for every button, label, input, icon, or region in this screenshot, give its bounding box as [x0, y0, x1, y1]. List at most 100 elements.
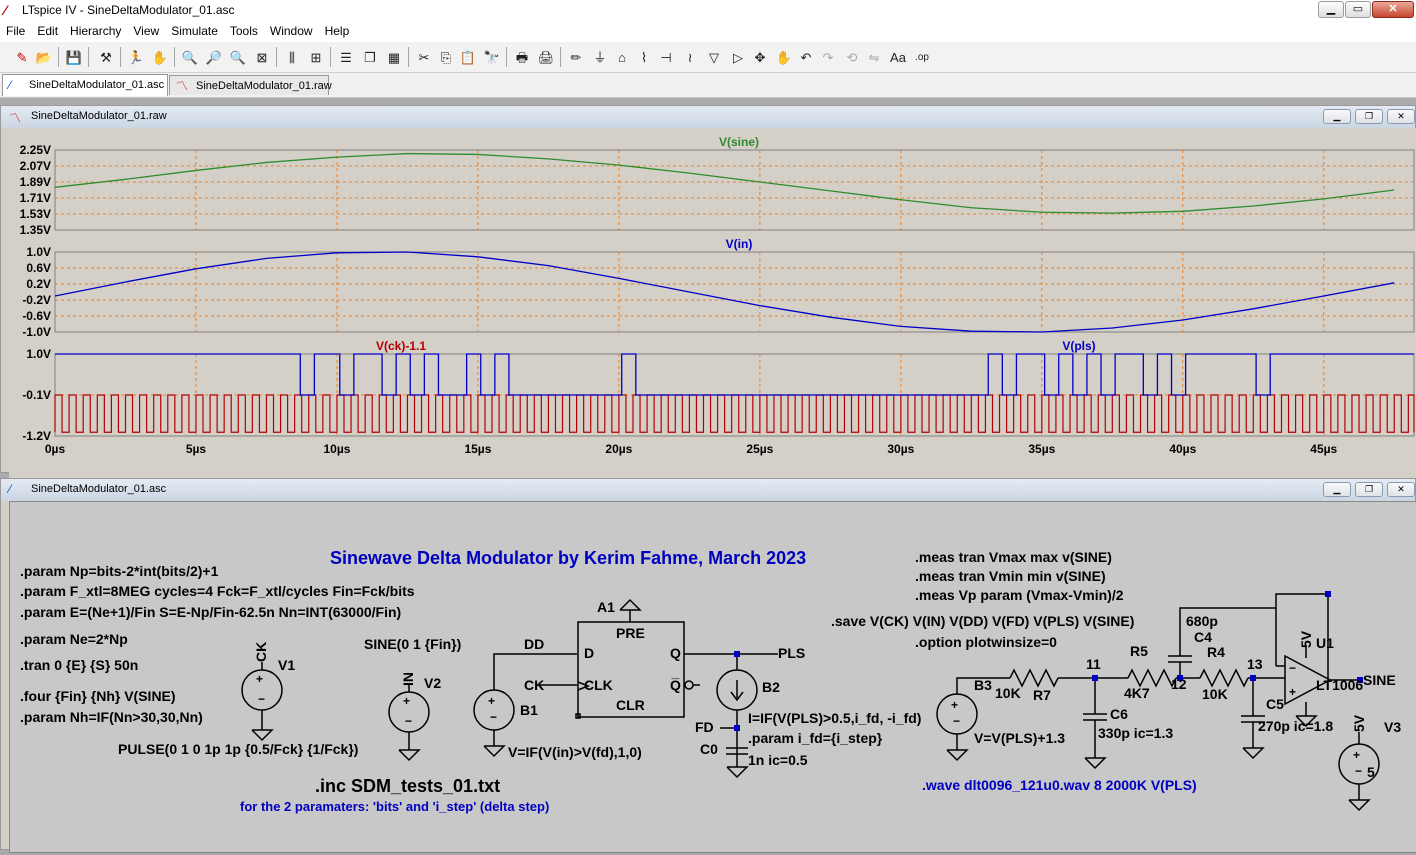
v3-supply-label[interactable]: 5V: [1351, 714, 1367, 732]
r7-value[interactable]: 10K: [995, 685, 1021, 701]
inc-note[interactable]: for the 2 paramaters: 'bits' and 'i_step…: [240, 799, 549, 814]
save-icon[interactable]: 💾: [64, 47, 84, 67]
meas-vp[interactable]: .meas Vp param (Vmax-Vmin)/2: [915, 587, 1124, 603]
pin-clr[interactable]: CLR: [616, 697, 645, 713]
waveform-minimize-button[interactable]: ▁: [1323, 109, 1351, 124]
sine-source-spec[interactable]: SINE(0 1 {Fin}): [364, 636, 461, 652]
diode-icon[interactable]: ▽: [704, 47, 724, 67]
net-label-ck[interactable]: CK: [253, 642, 269, 662]
zoom-fit-icon[interactable]: ⊠: [252, 47, 272, 67]
menu-hierarchy[interactable]: Hierarchy: [64, 22, 127, 42]
u1-part[interactable]: LT1006: [1316, 677, 1363, 693]
zoom-pan-icon[interactable]: 🔎: [204, 47, 224, 67]
halt-icon[interactable]: ✋: [150, 47, 170, 67]
label-net-icon[interactable]: ⌂: [612, 47, 632, 67]
net-label-ck2[interactable]: CK: [524, 677, 544, 693]
v2-label[interactable]: V2: [424, 675, 441, 691]
r5-value[interactable]: 4K7: [1124, 685, 1150, 701]
c6-label[interactable]: C6: [1110, 706, 1128, 722]
param-ifd[interactable]: .param i_fd={i_step}: [748, 730, 883, 746]
schematic-minimize-button[interactable]: ▁: [1323, 482, 1351, 497]
waveform-svg[interactable]: 2.25V 2.07V 1.89V 1.71V 1.53V 1.35V 1.0V 0.6V 0.…: [9, 128, 1416, 472]
directive-e[interactable]: .param E=(Ne+1)/Fin S=E-Np/Fin-62.5n Nn=…: [20, 604, 401, 620]
schematic-canvas[interactable]: Sinewave Delta Modulator by Kerim Fahme,…: [9, 501, 1416, 853]
u1-label[interactable]: U1: [1316, 635, 1334, 651]
pin-d[interactable]: D: [584, 645, 594, 661]
tab-schematic[interactable]: ⁄ SineDeltaModulator_01.asc: [2, 74, 168, 96]
schematic-restore-button[interactable]: ❐: [1355, 482, 1383, 497]
c5-value[interactable]: 270p ic=1.8: [1258, 718, 1333, 734]
b1-label[interactable]: B1: [520, 702, 538, 718]
directive-tran[interactable]: .tran 0 {E} {S} 50n: [20, 657, 138, 673]
copy-icon[interactable]: ⎘: [436, 47, 456, 67]
cut-icon[interactable]: ✂: [414, 47, 434, 67]
menu-help[interactable]: Help: [319, 22, 356, 42]
r5-label[interactable]: R5: [1130, 643, 1148, 659]
component-icon[interactable]: ▷: [728, 47, 748, 67]
print-setup-icon[interactable]: 🖶: [512, 47, 532, 67]
pin-pre[interactable]: PRE: [616, 625, 645, 641]
text-icon[interactable]: Aa: [888, 47, 908, 67]
b2-expression[interactable]: I=IF(V(PLS)>0.5,i_fd, -i_fd): [748, 710, 921, 726]
zoom-out-icon[interactable]: 🔍: [228, 47, 248, 67]
v3-label[interactable]: V3: [1384, 719, 1401, 735]
directive-nh[interactable]: .param Nh=IF(Nn>30,30,Nn): [20, 709, 203, 725]
print-icon[interactable]: 🖨: [536, 47, 556, 67]
undo-icon[interactable]: ↶: [796, 47, 816, 67]
net-label-in[interactable]: IN: [400, 672, 416, 686]
inductor-icon[interactable]: ≀: [680, 47, 700, 67]
autorange-icon[interactable]: ⫼: [282, 47, 302, 67]
menu-edit[interactable]: Edit: [31, 22, 64, 42]
pin-q[interactable]: Q: [670, 645, 681, 661]
net-label-13[interactable]: 13: [1247, 656, 1263, 672]
c0-label[interactable]: C0: [700, 741, 718, 757]
menu-window[interactable]: Window: [264, 22, 319, 42]
capacitor-icon[interactable]: ⊣: [656, 47, 676, 67]
a1-label[interactable]: A1: [597, 599, 615, 615]
new-schematic-icon[interactable]: ✎: [12, 47, 32, 67]
inc-directive[interactable]: .inc SDM_tests_01.txt: [315, 776, 500, 796]
r4-label[interactable]: R4: [1207, 644, 1225, 660]
schematic-title[interactable]: Sinewave Delta Modulator by Kerim Fahme,…: [330, 548, 806, 568]
rotate-icon[interactable]: ⟲: [842, 47, 862, 67]
net-label-dd[interactable]: DD: [524, 636, 544, 652]
c6-value[interactable]: 330p ic=1.3: [1098, 725, 1173, 741]
move-icon[interactable]: ✥: [750, 47, 770, 67]
find-icon[interactable]: 🔭: [482, 47, 502, 67]
paste-icon[interactable]: 📋: [458, 47, 478, 67]
c4-label[interactable]: C4: [1194, 629, 1212, 645]
directive-np[interactable]: .param Np=bits-2*int(bits/2)+1: [20, 563, 219, 579]
c4-value[interactable]: 680p: [1186, 613, 1218, 629]
schematic-svg[interactable]: Sinewave Delta Modulator by Kerim Fahme,…: [10, 502, 1416, 852]
v1-label[interactable]: V1: [278, 657, 295, 673]
tab-waveform[interactable]: 〽 SineDeltaModulator_01.raw: [169, 75, 332, 95]
net-label-11[interactable]: 11: [1086, 656, 1101, 672]
resistor-icon[interactable]: ⌇: [634, 47, 654, 67]
pin-qb[interactable]: Q̅: [670, 677, 681, 693]
option-directive[interactable]: .option plotwinsize=0: [915, 634, 1057, 650]
schematic-close-button[interactable]: ✕: [1387, 482, 1415, 497]
net-label-fd[interactable]: FD: [695, 719, 714, 735]
pin-clk[interactable]: CLK: [584, 677, 613, 693]
open-icon[interactable]: 📂: [34, 47, 54, 67]
pulse-spec[interactable]: PULSE(0 1 0 1p 1p {0.5/Fck} {1/Fck}): [118, 741, 358, 757]
u1-supply-label[interactable]: 5V: [1298, 630, 1314, 648]
r7-label[interactable]: R7: [1033, 687, 1051, 703]
menu-file[interactable]: File: [0, 22, 31, 42]
mirror-icon[interactable]: ⇋: [864, 47, 884, 67]
b3-expression[interactable]: V=V(PLS)+1.3: [974, 730, 1065, 746]
r4-value[interactable]: 10K: [1202, 686, 1228, 702]
net-label-pls[interactable]: PLS: [778, 645, 805, 661]
maximize-button[interactable]: ▭: [1345, 1, 1371, 18]
run-icon[interactable]: 🏃: [126, 47, 146, 67]
b3-label[interactable]: B3: [974, 677, 992, 693]
grid-icon[interactable]: ⊞: [306, 47, 326, 67]
zoom-in-icon[interactable]: 🔍: [180, 47, 200, 67]
meas-vmin[interactable]: .meas tran Vmin min v(SINE): [915, 568, 1106, 584]
meas-vmax[interactable]: .meas tran Vmax max v(SINE): [915, 549, 1112, 565]
menu-tools[interactable]: Tools: [224, 22, 264, 42]
minimize-button[interactable]: ▁: [1318, 1, 1344, 18]
net-label-12[interactable]: 12: [1171, 676, 1187, 692]
net-label-sine[interactable]: SINE: [1363, 672, 1396, 688]
menu-view[interactable]: View: [127, 22, 165, 42]
